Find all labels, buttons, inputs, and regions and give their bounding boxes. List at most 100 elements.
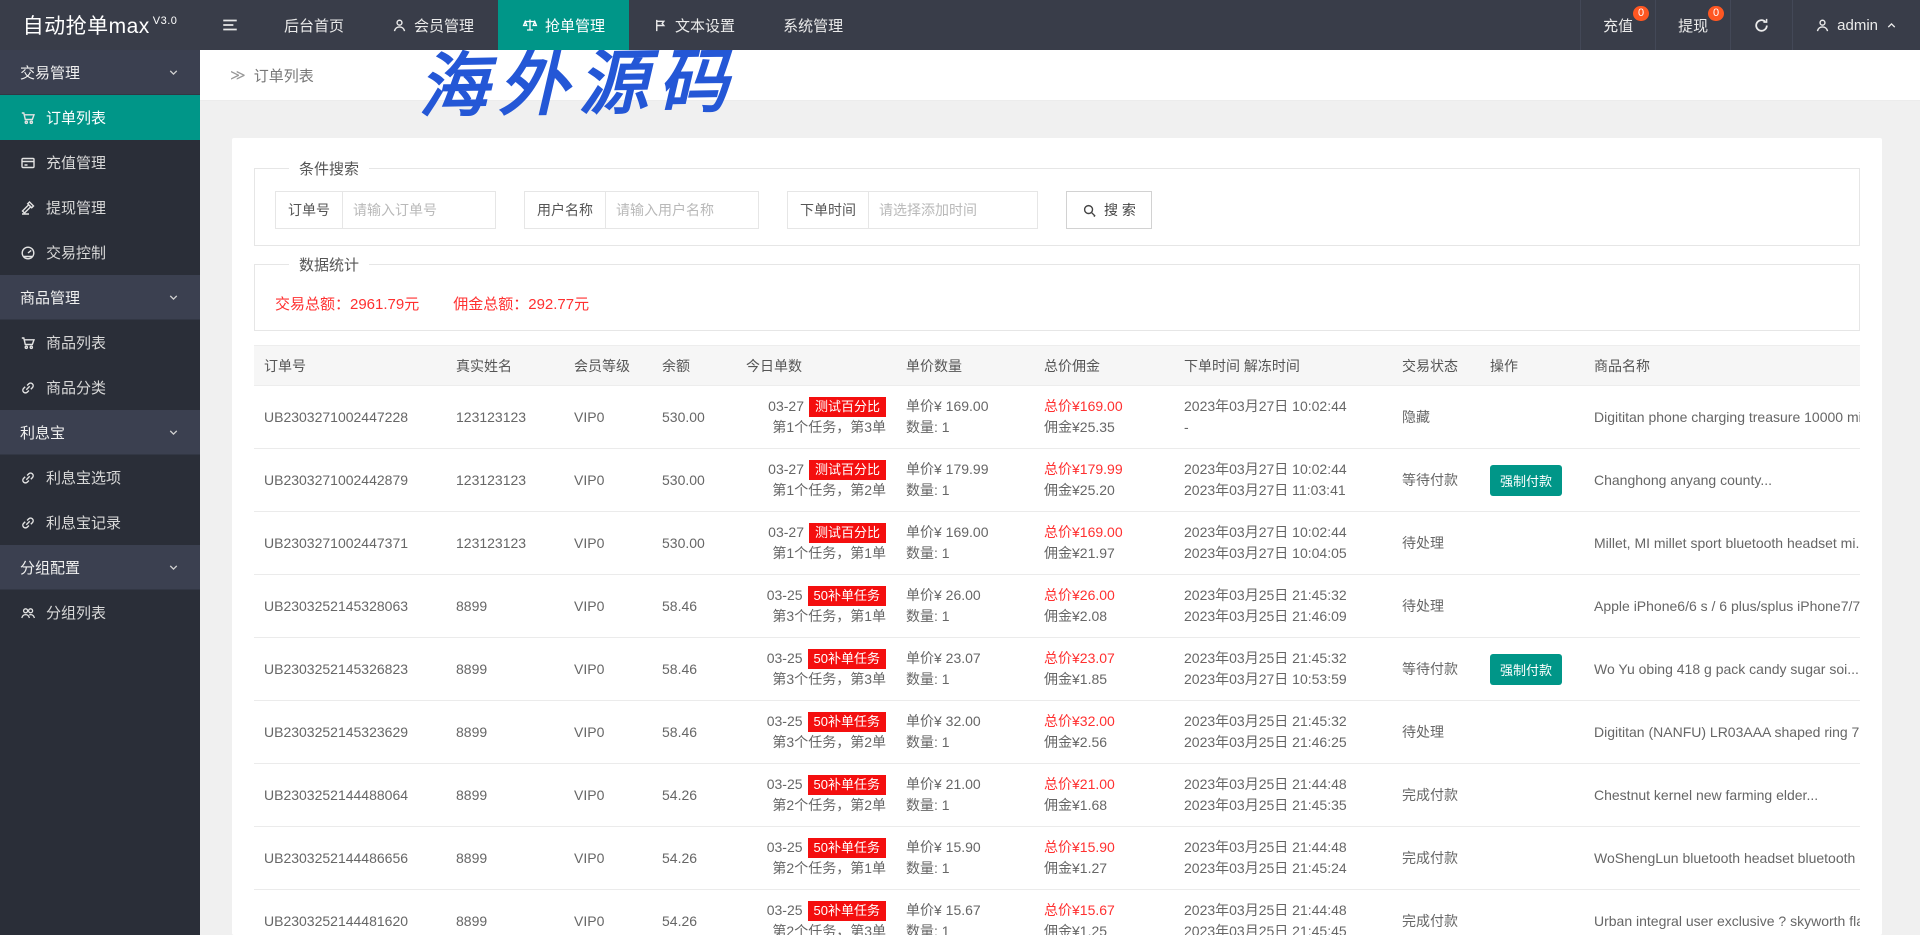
order-time: 2023年03月25日 21:44:48: [1184, 776, 1347, 792]
cell-total-commission: 总价¥169.00 佣金¥25.35: [1034, 385, 1174, 449]
cell-times: 2023年03月25日 21:44:48 2023年03月25日 21:45:2…: [1174, 826, 1392, 890]
recharge-button[interactable]: 充值 0: [1580, 0, 1655, 50]
cell-today-orders: 03-25 50补单任务 第2个任务，第3单: [736, 889, 896, 935]
unfreeze-time: 2023年03月25日 21:45:24: [1184, 860, 1347, 876]
cell-balance: 58.46: [652, 574, 736, 638]
today-task: 第2个任务，第2单: [772, 797, 886, 813]
search-button[interactable]: 搜 索: [1066, 191, 1152, 229]
cell-times: 2023年03月25日 21:45:32 2023年03月25日 21:46:2…: [1174, 700, 1392, 764]
cell-action: 强制付款: [1480, 448, 1584, 512]
tab-system[interactable]: 系统管理: [759, 0, 867, 50]
unfreeze-time: 2023年03月25日 21:46:09: [1184, 608, 1347, 624]
cell-order-no: UB2303271002447371: [254, 511, 446, 575]
sidebar-group-products[interactable]: 商品管理: [0, 275, 200, 320]
quantity: 数量: 1: [906, 923, 950, 935]
chevron-down-icon: [167, 561, 180, 574]
cell-total-commission: 总价¥23.07 佣金¥1.85: [1034, 637, 1174, 701]
app-logo: 自动抢单max V3.0: [0, 0, 200, 50]
sidebar-item-interest-options[interactable]: 利息宝选项: [0, 455, 200, 500]
topbar-right: 充值 0 提现 0 admin: [1580, 0, 1920, 50]
cell-price-qty: 单价¥ 26.00 数量: 1: [896, 574, 1034, 638]
sidebar-item-trade-control[interactable]: 交易控制: [0, 230, 200, 275]
order-time: 2023年03月27日 10:02:44: [1184, 524, 1347, 540]
menu-toggle-button[interactable]: [200, 0, 260, 50]
user-menu[interactable]: admin: [1792, 0, 1920, 50]
topbar: 自动抢单max V3.0 后台首页 会员管理 抢单管理 文本设置 系统管理 充值…: [0, 0, 1920, 50]
cell-status: 待处理: [1392, 511, 1480, 575]
username-input[interactable]: [606, 192, 758, 228]
tab-text-settings[interactable]: 文本设置: [629, 0, 759, 50]
sidebar-item-withdraw[interactable]: 提现管理: [0, 185, 200, 230]
task-type-badge: 50补单任务: [807, 775, 886, 795]
gavel-icon: [20, 200, 36, 216]
cell-price-qty: 单价¥ 169.00 数量: 1: [896, 385, 1034, 449]
force-pay-button[interactable]: 强制付款: [1490, 464, 1563, 496]
order-no-input[interactable]: [343, 192, 495, 228]
tab-order-grab[interactable]: 抢单管理: [498, 0, 630, 50]
table-row: UB2303252145323629 8899 VIP0 58.46 03-25…: [254, 700, 1860, 764]
order-time-input[interactable]: [869, 192, 1037, 228]
table-row: UB2303271002447371 123123123 VIP0 530.00…: [254, 511, 1860, 575]
cell-status: 等待付款: [1392, 637, 1480, 701]
refresh-button[interactable]: [1730, 0, 1792, 50]
cell-real-name: 8899: [446, 889, 564, 935]
today-task: 第3个任务，第3单: [772, 671, 886, 687]
gauge-icon: [20, 245, 36, 261]
cell-balance: 54.26: [652, 889, 736, 935]
sidebar-item-group-list[interactable]: 分组列表: [0, 590, 200, 635]
header-order-no: 订单号: [254, 345, 446, 386]
header-vip-level: 会员等级: [564, 345, 652, 386]
unfreeze-time: 2023年03月25日 21:46:25: [1184, 734, 1347, 750]
commission: 佣金¥1.85: [1044, 671, 1108, 687]
cell-product: Millet, MI millet sport bluetooth headse…: [1584, 511, 1860, 575]
unit-price: 单价¥ 32.00: [906, 713, 981, 729]
unit-price: 单价¥ 26.00: [906, 587, 981, 603]
unit-price: 单价¥ 21.00: [906, 776, 981, 792]
total-price: 总价¥21.00: [1044, 776, 1115, 792]
unit-price: 单价¥ 23.07: [906, 650, 981, 666]
today-date: 03-27: [768, 524, 804, 540]
sidebar-item-order-list[interactable]: 订单列表: [0, 95, 200, 140]
sidebar-group-trade[interactable]: 交易管理: [0, 50, 200, 95]
order-no-field: 订单号: [275, 191, 496, 229]
tab-members[interactable]: 会员管理: [368, 0, 498, 50]
unfreeze-time: -: [1184, 419, 1189, 435]
cell-today-orders: 03-25 50补单任务 第3个任务，第3单: [736, 637, 896, 701]
unit-price: 单价¥ 179.99: [906, 461, 989, 477]
cell-times: 2023年03月25日 21:44:48 2023年03月25日 21:45:3…: [1174, 763, 1392, 827]
task-type-badge: 测试百分比: [808, 523, 886, 543]
tab-dashboard[interactable]: 后台首页: [260, 0, 368, 50]
sidebar-item-recharge[interactable]: 充值管理: [0, 140, 200, 185]
search-icon: [1082, 203, 1097, 218]
unfreeze-time: 2023年03月27日 10:53:59: [1184, 671, 1347, 687]
link-icon: [20, 470, 36, 486]
header-price-qty: 单价数量: [896, 345, 1034, 386]
table-row: UB2303271002442879 123123123 VIP0 530.00…: [254, 448, 1860, 512]
main-area: ≫ 订单列表 海外源码 条件搜索 订单号 用户名称 下单时间: [200, 39, 1920, 935]
sidebar-group-interest[interactable]: 利息宝: [0, 410, 200, 455]
total-price: 总价¥179.99: [1044, 461, 1123, 477]
withdraw-button[interactable]: 提现 0: [1655, 0, 1730, 50]
cell-price-qty: 单价¥ 169.00 数量: 1: [896, 511, 1034, 575]
cell-times: 2023年03月27日 10:02:44 -: [1174, 385, 1392, 449]
today-date: 03-25: [766, 713, 803, 729]
sidebar-group-grouping[interactable]: 分组配置: [0, 545, 200, 590]
chevron-down-icon: [167, 426, 180, 439]
user-icon: [392, 18, 407, 33]
cell-balance: 58.46: [652, 637, 736, 701]
sidebar-item-product-list[interactable]: 商品列表: [0, 320, 200, 365]
commission: 佣金¥1.25: [1044, 923, 1108, 935]
today-date: 03-25: [766, 587, 803, 603]
sidebar-item-interest-records[interactable]: 利息宝记录: [0, 500, 200, 545]
link-icon: [20, 380, 36, 396]
task-type-badge: 50补单任务: [807, 712, 886, 732]
force-pay-button[interactable]: 强制付款: [1490, 653, 1563, 685]
table-row: UB2303271002447228 123123123 VIP0 530.00…: [254, 385, 1860, 449]
cell-order-no: UB2303271002442879: [254, 448, 446, 512]
unit-price: 单价¥ 15.67: [906, 902, 981, 918]
card-icon: [20, 155, 36, 171]
order-time: 2023年03月25日 21:44:48: [1184, 902, 1347, 918]
today-date: 03-25: [766, 839, 803, 855]
sidebar-item-product-category[interactable]: 商品分类: [0, 365, 200, 410]
table-row: UB2303252145326823 8899 VIP0 58.46 03-25…: [254, 637, 1860, 701]
